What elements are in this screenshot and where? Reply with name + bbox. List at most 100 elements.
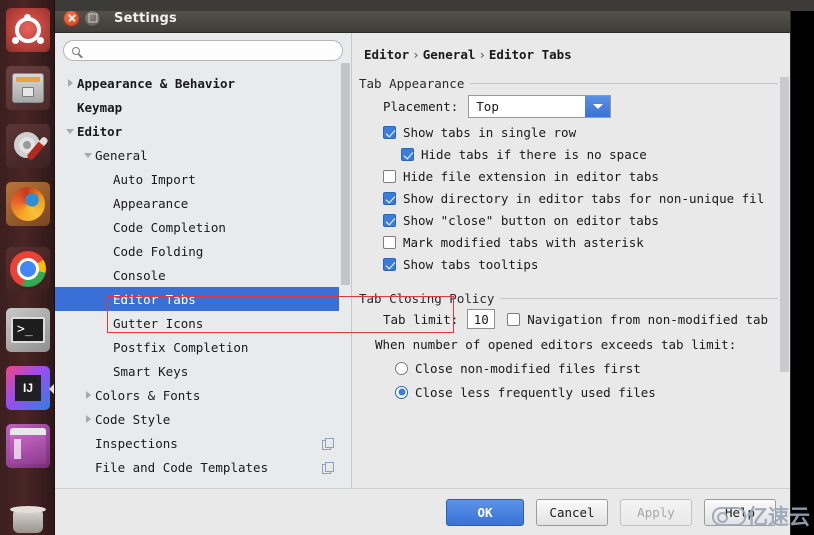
main-scrollbar-thumb[interactable] — [780, 77, 789, 372]
window-title: Settings — [114, 10, 177, 26]
ok-button[interactable]: OK — [446, 498, 524, 526]
checkbox-show-close-button-on-editor-tabs[interactable] — [383, 213, 396, 227]
sidebar-item-editor[interactable]: Editor — [55, 119, 339, 143]
sidebar-item-gutter-icons[interactable]: Gutter Icons — [55, 311, 339, 335]
screen: >_ IJ Settings Appearance & Behavior Key… — [0, 0, 814, 535]
sidebar-item-keymap[interactable]: Keymap — [55, 95, 339, 119]
option-row[interactable]: Show directory in editor tabs for non-un… — [383, 187, 790, 209]
radio-close-less-frequently-used-files[interactable] — [395, 385, 408, 399]
copy-settings-icon[interactable] — [322, 437, 334, 450]
option-row[interactable]: Show "close" button on editor tabs — [383, 209, 790, 231]
radio-row[interactable]: Close less frequently used files — [395, 380, 790, 404]
cancel-button[interactable]: Cancel — [536, 498, 608, 526]
breadcrumb-item: Editor Tabs — [488, 47, 572, 62]
checkbox-label: Hide tabs if there is no space — [421, 146, 647, 162]
sidebar-item-inspections[interactable]: Inspections — [55, 431, 339, 455]
launcher-files-icon[interactable] — [6, 66, 50, 110]
launcher-system-settings-icon[interactable] — [6, 124, 50, 168]
watermark-text: 亿速云 — [747, 505, 810, 529]
checkbox-label: Show tabs tooltips — [403, 256, 539, 272]
option-row[interactable]: Show tabs in single row — [383, 121, 790, 143]
checkbox-hide-file-extension-in-editor-tabs[interactable] — [383, 169, 396, 183]
chevron-right-icon[interactable] — [81, 383, 95, 407]
chevron-down-icon[interactable] — [63, 119, 77, 143]
sidebar-item-label: Gutter Icons — [113, 315, 204, 331]
maximize-icon[interactable] — [84, 9, 101, 27]
radio-close-non-modified-files-first[interactable] — [395, 361, 408, 375]
checkbox-hide-tabs-if-there-is-no-space[interactable] — [401, 147, 414, 161]
main-scrollbar[interactable] — [778, 51, 790, 471]
sidebar-item-editor-tabs[interactable]: Editor Tabs — [55, 287, 339, 311]
navigation-checkbox[interactable] — [507, 312, 521, 326]
sidebar-item-code-style[interactable]: Code Style — [55, 407, 339, 431]
sidebar-item-label: Editor — [77, 123, 123, 139]
sidebar-scrollbar-thumb[interactable] — [341, 63, 350, 285]
placement-value: Top — [476, 98, 499, 114]
radio-label: Close less frequently used files — [415, 384, 656, 400]
sidebar-item-label: Code Completion — [113, 219, 226, 235]
sidebar-item-label: File and Code Templates — [95, 459, 269, 475]
copy-settings-icon[interactable] — [322, 461, 334, 474]
sidebar-item-postfix-completion[interactable]: Postfix Completion — [55, 335, 339, 359]
sidebar-item-general[interactable]: General — [55, 143, 339, 167]
sidebar-item-appearance-behavior[interactable]: Appearance & Behavior — [55, 71, 339, 95]
launcher-trash-icon[interactable] — [6, 500, 50, 535]
sidebar-item-code-folding[interactable]: Code Folding — [55, 239, 339, 263]
option-row[interactable]: Hide tabs if there is no space — [401, 143, 790, 165]
sidebar-item-label: General — [95, 147, 148, 163]
group-tab-appearance-title: Tab Appearance — [359, 76, 465, 91]
navigation-label: Navigation from non-modified tab — [527, 311, 769, 327]
checkbox-label: Show directory in editor tabs for non-un… — [403, 190, 765, 206]
launcher-chrome-icon[interactable] — [6, 247, 50, 291]
breadcrumb-separator: › — [478, 47, 486, 62]
search-box[interactable] — [63, 40, 343, 61]
watermark: 亿速云 — [712, 501, 810, 531]
sidebar-item-auto-import[interactable]: Auto Import — [55, 167, 339, 191]
launcher-terminal-icon[interactable]: >_ — [6, 308, 50, 352]
option-row[interactable]: Hide file extension in editor tabs — [383, 165, 790, 187]
settings-window: Settings Appearance & Behavior Keymap Edit… — [55, 4, 790, 535]
sidebar-item-smart-keys[interactable]: Smart Keys — [55, 359, 339, 383]
chevron-right-icon[interactable] — [63, 71, 77, 95]
close-icon[interactable] — [63, 9, 80, 27]
breadcrumb-item: Editor — [364, 47, 410, 62]
apply-button[interactable]: Apply — [620, 498, 692, 526]
checkbox-mark-modified-tabs-with-asterisk[interactable] — [383, 235, 396, 249]
group-tab-appearance: Tab Appearance — [359, 76, 790, 91]
search-input[interactable] — [85, 42, 334, 59]
radio-row[interactable]: Close non-modified files first — [395, 356, 790, 380]
checkbox-show-directory-in-editor-tabs-for-non-unique-fil[interactable] — [383, 191, 396, 205]
sidebar-item-colors-fonts[interactable]: Colors & Fonts — [55, 383, 339, 407]
checkbox-show-tabs-tooltips[interactable] — [383, 257, 396, 271]
chevron-down-icon[interactable] — [81, 143, 95, 167]
sidebar-item-file-and-code-templates[interactable]: File and Code Templates — [55, 455, 339, 479]
tab-limit-input[interactable] — [467, 309, 496, 329]
sidebar-item-code-completion[interactable]: Code Completion — [55, 215, 339, 239]
chevron-down-icon[interactable] — [585, 95, 611, 117]
option-row[interactable]: Mark modified tabs with asterisk — [383, 231, 790, 253]
sidebar-scrollbar[interactable] — [339, 63, 351, 486]
sidebar-item-label: Colors & Fonts — [95, 387, 201, 403]
launcher-application-icon[interactable] — [6, 424, 50, 468]
launcher-running-arrow-icon — [49, 384, 54, 394]
option-row[interactable]: Show tabs tooltips — [383, 253, 790, 275]
checkbox-label: Mark modified tabs with asterisk — [403, 234, 644, 250]
tab-closing-radios: Close non-modified files first Close less… — [353, 356, 790, 404]
checkbox-show-tabs-in-single-row[interactable] — [383, 125, 396, 139]
launcher-firefox-icon[interactable] — [6, 182, 50, 226]
launcher-ubuntu-dash-icon[interactable] — [6, 8, 50, 52]
placement-dropdown[interactable]: Top — [468, 94, 612, 118]
sidebar-item-console[interactable]: Console — [55, 263, 339, 287]
launcher-intellij-idea-icon[interactable]: IJ — [6, 366, 50, 410]
settings-tree[interactable]: Appearance & Behavior Keymap Editor General… — [55, 71, 339, 488]
window-body: Appearance & Behavior Keymap Editor General… — [55, 33, 790, 535]
radio-label: Close non-modified files first — [415, 360, 641, 376]
chevron-right-icon[interactable] — [81, 407, 95, 431]
sidebar-item-appearance[interactable]: Appearance — [55, 191, 339, 215]
sidebar-item-label: Smart Keys — [113, 363, 189, 379]
